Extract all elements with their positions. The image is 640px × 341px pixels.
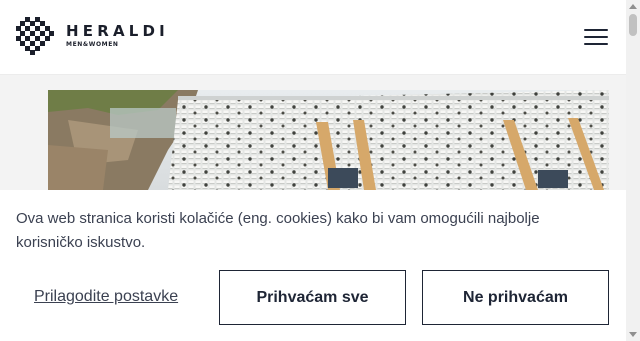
- scrollbar-thumb[interactable]: [629, 14, 637, 36]
- vertical-scrollbar[interactable]: [626, 0, 640, 341]
- scroll-up-arrow-icon[interactable]: [629, 4, 637, 9]
- stadium-stands-photo: [48, 90, 609, 190]
- accept-all-button[interactable]: Prihvaćam sve: [219, 270, 406, 325]
- customize-settings-link[interactable]: Prilagodite postavke: [34, 288, 178, 306]
- site-header: HERALDI MEN&WOMEN: [0, 0, 626, 75]
- checkered-logo-icon: [16, 17, 54, 55]
- brand-logo[interactable]: HERALDI MEN&WOMEN: [16, 17, 169, 55]
- brand-name: HERALDI: [66, 22, 169, 40]
- cookie-consent-banner: Ova web stranica koristi kolačiće (eng. …: [0, 190, 626, 341]
- scroll-down-arrow-icon[interactable]: [629, 332, 637, 337]
- decline-button[interactable]: Ne prihvaćam: [422, 270, 609, 325]
- brand-text: HERALDI MEN&WOMEN: [66, 23, 169, 49]
- brand-tagline: MEN&WOMEN: [66, 41, 119, 48]
- hamburger-menu-icon[interactable]: [584, 28, 608, 46]
- cookie-message: Ova web stranica koristi kolačiće (eng. …: [16, 210, 540, 251]
